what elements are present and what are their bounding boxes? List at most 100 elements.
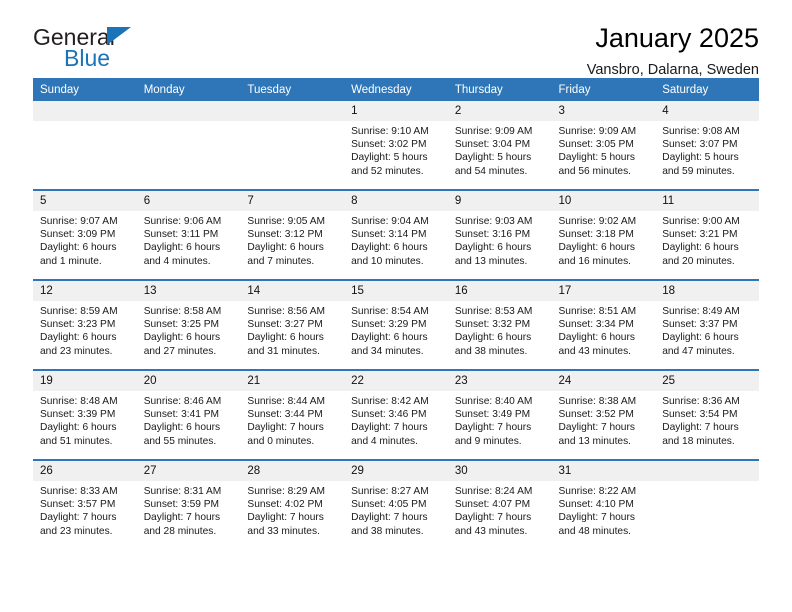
calendar-day-cell[interactable]: 28 Sunrise: 8:29 AM Sunset: 4:02 PM Dayligh… — [240, 461, 345, 549]
calendar-day-cell[interactable]: 14 Sunrise: 8:56 AM Sunset: 3:27 PM Dayligh… — [240, 281, 345, 369]
sun-info: Sunrise: 9:10 AM Sunset: 3:02 PM Daylight:… — [344, 121, 448, 178]
day-number: 2 — [447, 101, 552, 121]
sunrise-text: Sunrise: 8:54 AM — [351, 306, 429, 317]
calendar-day-cell[interactable]: 19 Sunrise: 8:48 AM Sunset: 3:39 PM Dayligh… — [33, 371, 137, 459]
daylight-text-line2: and 43 minutes. — [558, 345, 632, 357]
calendar-day-cell[interactable]: 12 Sunrise: 8:59 AM Sunset: 3:23 PM Dayligh… — [33, 281, 137, 369]
day-number: 10 — [551, 191, 656, 211]
calendar-day-cell[interactable]: 21 Sunrise: 8:44 AM Sunset: 3:44 PM Dayligh… — [240, 371, 345, 459]
sunrise-text: Sunrise: 8:53 AM — [454, 306, 533, 317]
sunset-text: Sunset: 4:07 PM — [454, 499, 531, 511]
day-cell-inner: 20 Sunrise: 8:46 AM Sunset: 3:41 PM Dayligh… — [136, 371, 241, 459]
calendar-day-cell[interactable]: 17 Sunrise: 8:51 AM Sunset: 3:34 PM Dayligh… — [551, 281, 656, 369]
day-number: 29 — [344, 461, 448, 481]
calendar-day-cell[interactable]: 29 Sunrise: 8:27 AM Sunset: 4:05 PM Dayligh… — [344, 461, 448, 549]
sun-info: Sunrise: 8:24 AM Sunset: 4:07 PM Daylight:… — [448, 481, 552, 538]
sunset-text: Sunset: 3:18 PM — [558, 229, 634, 241]
calendar-day-cell[interactable]: 31 Sunrise: 8:22 AM Sunset: 4:10 PM Dayligh… — [551, 461, 656, 549]
sunrise-text: Sunrise: 9:09 AM — [558, 126, 637, 137]
daylight-text-line1: Daylight: 6 hours — [40, 332, 117, 344]
weekday-header-saturday: Saturday — [655, 78, 759, 101]
calendar-day-cell[interactable]: 11 Sunrise: 9:00 AM Sunset: 3:21 PM Dayligh… — [655, 191, 759, 279]
sunset-text: Sunset: 3:14 PM — [351, 229, 427, 241]
sunrise-text: Sunrise: 8:56 AM — [247, 306, 325, 317]
sunset-text: Sunset: 3:32 PM — [454, 319, 531, 331]
sunset-text: Sunset: 3:49 PM — [454, 409, 531, 421]
daylight-text-line2: and 47 minutes. — [662, 345, 735, 357]
day-number: 4 — [655, 101, 759, 121]
daylight-text-line1: Daylight: 6 hours — [662, 242, 739, 254]
day-cell-inner — [655, 461, 759, 549]
sunrise-text: Sunrise: 9:00 AM — [662, 216, 740, 227]
daylight-text-line2: and 38 minutes. — [454, 345, 528, 357]
day-number: 24 — [551, 371, 656, 391]
calendar-day-cell[interactable]: 5 Sunrise: 9:07 AM Sunset: 3:09 PM Daylight… — [33, 191, 137, 279]
sun-info: Sunrise: 8:38 AM Sunset: 3:52 PM Daylight:… — [552, 391, 656, 448]
calendar-day-cell[interactable]: 8 Sunrise: 9:04 AM Sunset: 3:14 PM Daylight… — [344, 191, 448, 279]
sun-info: Sunrise: 8:22 AM Sunset: 4:10 PM Daylight:… — [552, 481, 656, 538]
calendar-week-row: 19 Sunrise: 8:48 AM Sunset: 3:39 PM Dayligh… — [33, 371, 759, 459]
daylight-text-line2: and 13 minutes. — [558, 435, 632, 447]
calendar-day-cell[interactable]: 15 Sunrise: 8:54 AM Sunset: 3:29 PM Dayligh… — [344, 281, 448, 369]
day-number: 17 — [551, 281, 656, 301]
day-cell-inner: 28 Sunrise: 8:29 AM Sunset: 4:02 PM Dayligh… — [240, 461, 345, 549]
sun-info: Sunrise: 8:29 AM Sunset: 4:02 PM Daylight:… — [240, 481, 344, 538]
sun-info: Sunrise: 8:46 AM Sunset: 3:41 PM Daylight:… — [137, 391, 241, 448]
sunrise-text: Sunrise: 8:58 AM — [143, 306, 222, 317]
sun-info: Sunrise: 8:51 AM Sunset: 3:34 PM Daylight:… — [552, 301, 656, 358]
daylight-text-line1: Daylight: 7 hours — [40, 512, 117, 524]
day-cell-inner: 17 Sunrise: 8:51 AM Sunset: 3:34 PM Dayligh… — [551, 281, 656, 369]
daylight-text-line2: and 10 minutes. — [351, 255, 424, 267]
calendar-day-cell[interactable]: 23 Sunrise: 8:40 AM Sunset: 3:49 PM Dayligh… — [447, 371, 552, 459]
sun-info: Sunrise: 8:42 AM Sunset: 3:46 PM Daylight:… — [344, 391, 448, 448]
calendar-day-cell[interactable]: 6 Sunrise: 9:06 AM Sunset: 3:11 PM Daylight… — [136, 191, 241, 279]
calendar-day-cell[interactable]: 20 Sunrise: 8:46 AM Sunset: 3:41 PM Dayligh… — [136, 371, 241, 459]
daylight-text-line2: and 28 minutes. — [143, 525, 217, 537]
calendar-day-cell[interactable]: 13 Sunrise: 8:58 AM Sunset: 3:25 PM Dayligh… — [136, 281, 241, 369]
calendar-day-cell[interactable]: 9 Sunrise: 9:03 AM Sunset: 3:16 PM Daylight… — [447, 191, 552, 279]
calendar-day-cell[interactable]: 24 Sunrise: 8:38 AM Sunset: 3:52 PM Dayligh… — [551, 371, 656, 459]
day-cell-inner: 30 Sunrise: 8:24 AM Sunset: 4:07 PM Dayligh… — [447, 461, 552, 549]
calendar-day-cell[interactable]: 4 Sunrise: 9:08 AM Sunset: 3:07 PM Daylight… — [655, 101, 759, 189]
day-cell-inner: 1 Sunrise: 9:10 AM Sunset: 3:02 PM Daylight… — [344, 101, 448, 189]
weekday-header-friday: Friday — [551, 78, 656, 101]
day-number: 20 — [136, 371, 241, 391]
calendar-day-cell[interactable]: 2 Sunrise: 9:09 AM Sunset: 3:04 PM Daylight… — [447, 101, 552, 189]
daylight-text-line1: Daylight: 6 hours — [558, 332, 635, 344]
calendar-week-row: 12 Sunrise: 8:59 AM Sunset: 3:23 PM Dayligh… — [33, 281, 759, 369]
day-number: 5 — [33, 191, 137, 211]
calendar-day-cell[interactable]: 10 Sunrise: 9:02 AM Sunset: 3:18 PM Dayligh… — [551, 191, 656, 279]
calendar-day-cell[interactable]: 27 Sunrise: 8:31 AM Sunset: 3:59 PM Dayligh… — [136, 461, 241, 549]
daylight-text-line2: and 48 minutes. — [558, 525, 632, 537]
calendar-cell-empty — [136, 101, 241, 189]
day-number: 6 — [136, 191, 241, 211]
daylight-text-line1: Daylight: 7 hours — [351, 512, 428, 524]
day-number: 22 — [344, 371, 448, 391]
sunset-text: Sunset: 3:23 PM — [40, 319, 116, 331]
sunset-text: Sunset: 3:27 PM — [247, 319, 323, 331]
weekday-header-monday: Monday — [136, 78, 241, 101]
day-number: 31 — [551, 461, 656, 481]
calendar-day-cell[interactable]: 3 Sunrise: 9:09 AM Sunset: 3:05 PM Daylight… — [551, 101, 656, 189]
day-cell-inner: 23 Sunrise: 8:40 AM Sunset: 3:49 PM Dayligh… — [447, 371, 552, 459]
sunrise-text: Sunrise: 8:42 AM — [351, 396, 429, 407]
calendar-day-cell[interactable]: 30 Sunrise: 8:24 AM Sunset: 4:07 PM Dayligh… — [447, 461, 552, 549]
day-number: 30 — [447, 461, 552, 481]
day-cell-inner: 21 Sunrise: 8:44 AM Sunset: 3:44 PM Dayligh… — [240, 371, 345, 459]
calendar-day-cell[interactable]: 16 Sunrise: 8:53 AM Sunset: 3:32 PM Dayligh… — [447, 281, 552, 369]
daylight-text-line2: and 13 minutes. — [454, 255, 528, 267]
day-cell-inner: 7 Sunrise: 9:05 AM Sunset: 3:12 PM Daylight… — [240, 191, 345, 279]
calendar-day-cell[interactable]: 25 Sunrise: 8:36 AM Sunset: 3:54 PM Dayligh… — [655, 371, 759, 459]
sunrise-sunset-calendar: Sunday Monday Tuesday Wednesday Thursday… — [33, 78, 759, 549]
calendar-day-cell[interactable]: 18 Sunrise: 8:49 AM Sunset: 3:37 PM Dayligh… — [655, 281, 759, 369]
calendar-page: General Blue January 2025 Vansbro, Dalar… — [0, 0, 792, 612]
calendar-day-cell[interactable]: 7 Sunrise: 9:05 AM Sunset: 3:12 PM Daylight… — [240, 191, 345, 279]
page-title: January 2025 — [595, 23, 759, 53]
sun-info: Sunrise: 8:31 AM Sunset: 3:59 PM Daylight:… — [137, 481, 241, 538]
daylight-text-line1: Daylight: 6 hours — [558, 242, 635, 254]
calendar-day-cell[interactable]: 1 Sunrise: 9:10 AM Sunset: 3:02 PM Daylight… — [344, 101, 448, 189]
calendar-day-cell[interactable]: 22 Sunrise: 8:42 AM Sunset: 3:46 PM Dayligh… — [344, 371, 448, 459]
day-number: 19 — [33, 371, 137, 391]
calendar-day-cell[interactable]: 26 Sunrise: 8:33 AM Sunset: 3:57 PM Dayligh… — [33, 461, 137, 549]
day-number: 28 — [240, 461, 345, 481]
